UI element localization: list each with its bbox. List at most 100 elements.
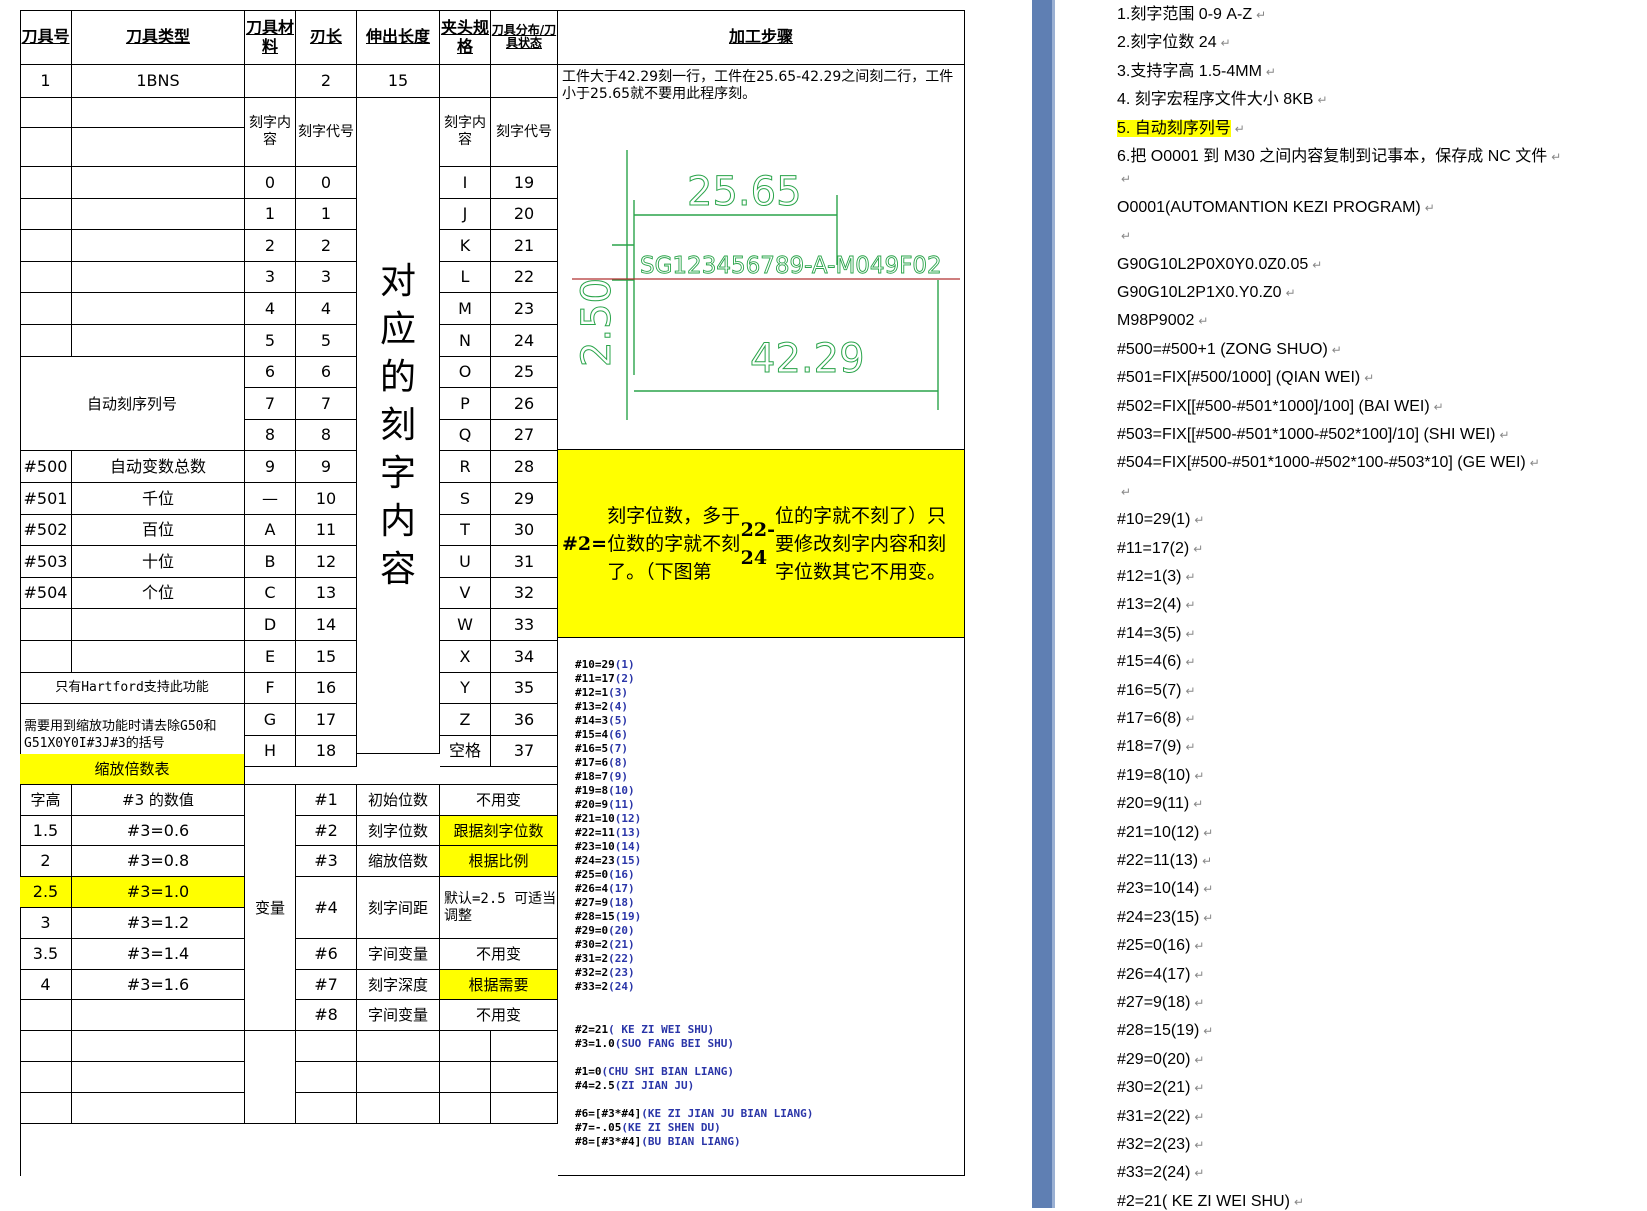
scale-col-height: 字高 [20,785,72,816]
code-line: #1=0(CHU SHI BIAN LIANG) [575,1065,813,1079]
code-line: #8=[#3*#4](BU BIAN LIANG) [575,1135,813,1149]
paragraph-mark: ↵ [1198,314,1209,328]
scale-height: 4 [20,970,72,1000]
paragraph-mark: ↵ [1234,122,1245,136]
code-comment: (12) [614,812,642,825]
code-assign: #6=[#3*#4] [575,1107,642,1120]
code-num-right: 36 [491,704,558,736]
note-var: #2= [562,532,608,555]
code-num-left: 10 [296,483,357,515]
code-num-left: 2 [296,230,357,262]
code-comment: (9) [608,770,628,783]
doc-line-text: #501=FIX[#500/1000] (QIAN WEI) [1117,369,1361,386]
param-note: 根据需要 [440,970,558,1000]
empty-cell [440,1062,491,1093]
empty-cell [72,325,245,357]
empty-cell [20,98,72,128]
doc-line: #503=FIX[[#500-#501*1000-#502*100]/10] (… [1117,426,1510,444]
paragraph-mark: ↵ [1185,655,1196,669]
doc-line-text: #24=23(15) [1117,909,1200,926]
code-num-left: 17 [296,704,357,736]
empty-cell [296,1062,357,1093]
var-desc: 十位 [72,546,245,578]
code-num-left: 11 [296,515,357,546]
param-note: 跟据刻字位数 [440,816,558,846]
code-num-left: 14 [296,609,357,641]
code-assign: #8=[#3*#4] [575,1135,642,1148]
code-line: #4=2.5(ZI JIAN JU) [575,1079,813,1093]
paragraph-mark: ↵ [1433,400,1444,414]
doc-line: ↵ [1117,170,1131,188]
code-char-left: F [245,673,296,704]
hdr-chuck: 夹头规格 [440,10,491,65]
paragraph-mark: ↵ [1529,456,1540,470]
dim-top-label: 25.65 [687,169,802,215]
col-code-header-2: 刻字代号 [491,98,558,167]
code-comment: (19) [614,910,642,923]
empty-cell [357,1062,440,1093]
dim-bottom-label: 42.29 [750,336,865,382]
empty-cell [491,1093,558,1124]
paragraph-mark: ↵ [1194,1053,1205,1067]
doc-line: #24=23(15) ↵ [1117,909,1213,927]
paragraph-mark: ↵ [1194,1081,1205,1095]
note-text-2: 位的字就不刻了）只要修改刻字内容和刻字位数其它不用变。 [775,504,947,583]
code-char-right: Z [440,704,491,736]
dim-left-label: 2.50 [574,278,620,367]
var-desc: 千位 [72,483,245,515]
empty-cell [72,1062,245,1093]
code-char-right: R [440,451,491,483]
doc-line-text: 4. 刻字宏程序文件大小 8KB [1117,91,1314,108]
code-line: #23=10(14) [575,840,641,854]
code-char-left: A [245,515,296,546]
doc-line-text: #503=FIX[[#500-#501*1000-#502*100]/10] (… [1117,426,1496,443]
code-assign: #32=2 [575,966,609,979]
code-num-left: 15 [296,641,357,673]
code-assign: #3=1.0 [575,1037,615,1050]
empty-cell [245,1031,296,1124]
param-note: 不用变 [440,785,558,816]
doc-line-text: #18=7(9) [1117,738,1182,755]
code-line: #19=8(10) [575,784,641,798]
empty-cell [357,1031,440,1062]
empty-cell [72,1031,245,1062]
param-desc: 字间变量 [357,1000,440,1031]
col-code-header: 刻字代号 [296,98,357,167]
param-var: #4 [296,877,357,939]
code-line: #7=-.05(KE ZI SHEN DU) [575,1121,813,1135]
doc-line-text: #502=FIX[[#500-#501*1000]/100] (BAI WEI) [1117,398,1430,415]
code-comment: (BU BIAN LIANG) [641,1135,741,1148]
scale-value: #3=1.4 [72,939,245,970]
scale-height: 3.5 [20,939,72,970]
code-char-right: Q [440,420,491,451]
code-line: #16=5(7) [575,742,641,756]
hdr-blade-length: 刃长 [296,10,357,65]
paragraph-mark: ↵ [1194,1166,1205,1180]
code-char-left: 5 [245,325,296,357]
empty-cell [72,609,245,641]
code-assign: #10=29 [575,658,615,671]
empty-cell [72,293,245,325]
doc-line: 2.刻字位数 24 ↵ [1117,28,1231,52]
paragraph-mark: ↵ [1194,968,1205,982]
code-assign: #7=-.05 [575,1121,622,1134]
empty-cell [491,1031,558,1062]
code-assign: #31=2 [575,952,609,965]
paragraph-mark: ↵ [1265,65,1276,79]
code-num-right: 33 [491,609,558,641]
doc-line-text: #2=21( KE ZI WEI SHU) [1117,1193,1290,1210]
code-comment: (22) [608,952,635,965]
paragraph-mark: ↵ [1121,485,1132,499]
code-char-left: 9 [245,451,296,483]
paragraph-mark: ↵ [1424,201,1435,215]
empty-cell [440,1031,491,1062]
doc-line: 5. 自动刻序列号 ↵ [1117,114,1245,138]
code-line: #13=2(4) [575,700,641,714]
code-comment: (KE ZI SHEN DU) [621,1121,721,1134]
code-char-left: 8 [245,420,296,451]
code-char-left: 0 [245,167,296,199]
page-divider-edge [1052,0,1055,1208]
empty-cell [245,754,558,785]
code-char-right: M [440,293,491,325]
doc-line-text: #31=2(22) [1117,1108,1191,1125]
